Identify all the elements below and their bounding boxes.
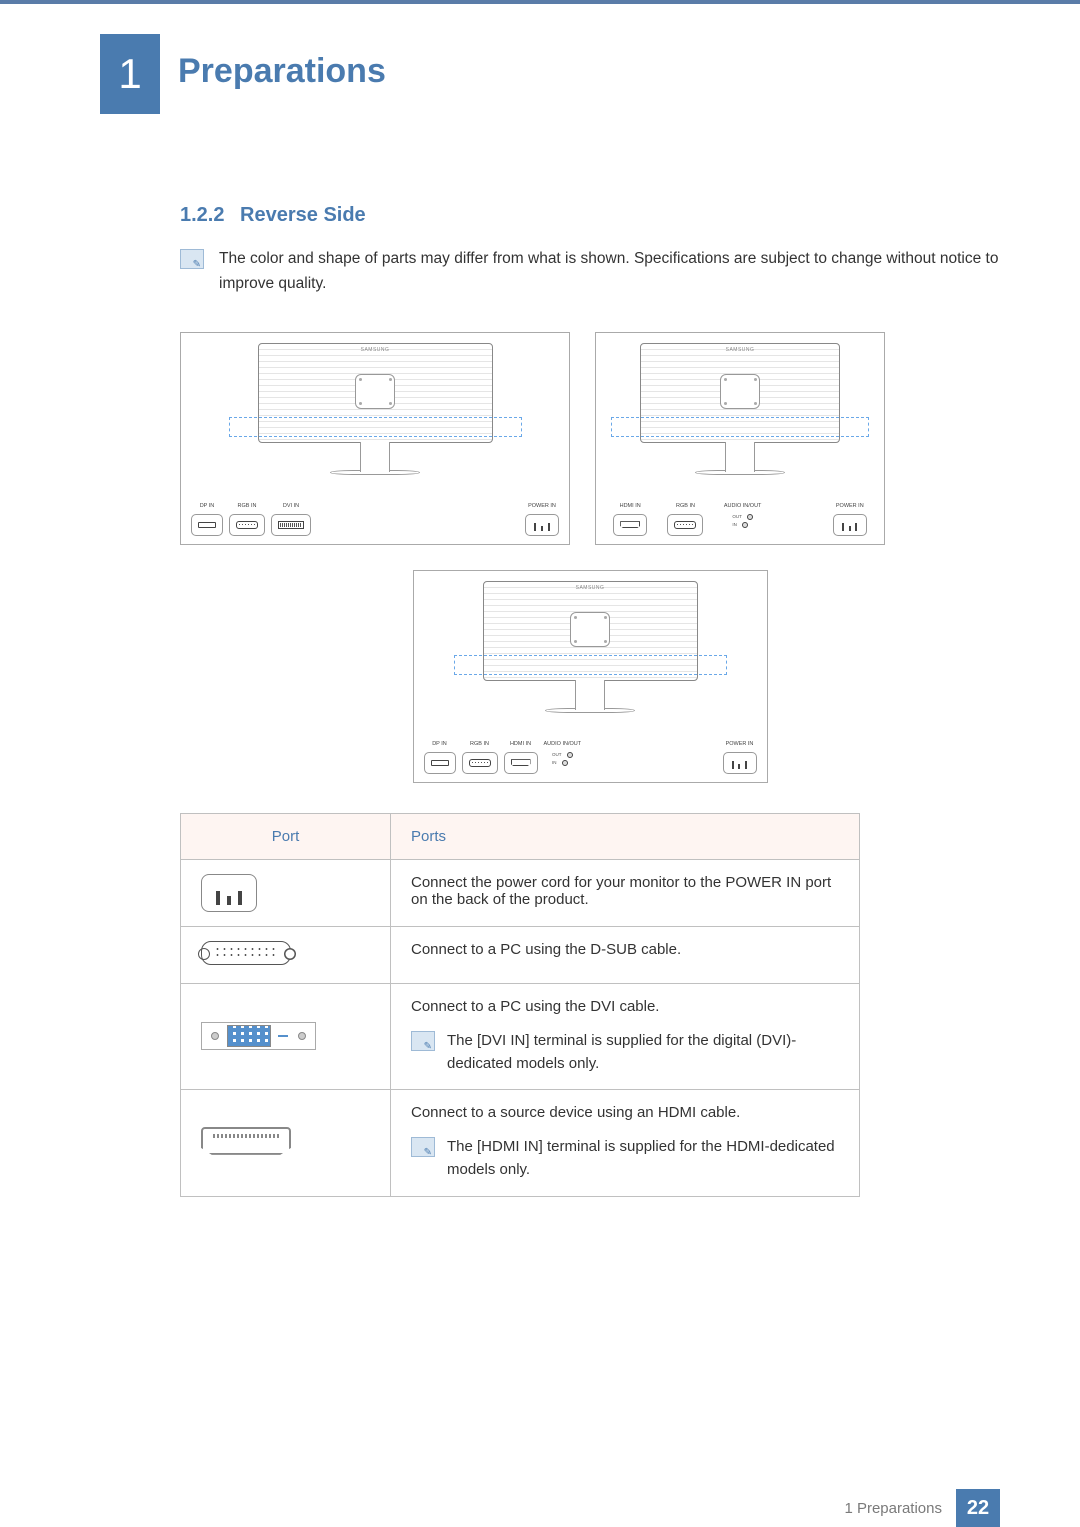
port-label-audio: AUDIO IN/OUT (544, 741, 582, 748)
diagram-panel-3: SAMSUNG DP IN RGB IN HDMI IN AUDIO IN/OU… (413, 570, 768, 783)
port-icon-vga (181, 926, 391, 983)
note-icon (411, 1031, 435, 1051)
port-icon-power (181, 859, 391, 926)
footer-page-number: 22 (956, 1489, 1000, 1527)
port-label-audio-out: OUT (552, 752, 562, 757)
port-desc: Connect the power cord for your monitor … (391, 859, 860, 926)
port-label-dp: DP IN (432, 741, 447, 748)
brand-label: SAMSUNG (361, 347, 390, 353)
port-desc: Connect to a source device using an HDMI… (411, 1104, 839, 1121)
port-icon-hdmi (181, 1090, 391, 1197)
chapter-title: Preparations (178, 34, 386, 91)
section-number: 1.2.2 (180, 204, 224, 226)
port-desc: Connect to a PC using the D-SUB cable. (391, 926, 860, 983)
port-note: The [HDMI IN] terminal is supplied for t… (447, 1135, 839, 1182)
port-label-audio-out: OUT (732, 514, 742, 519)
port-label-audio-in: IN (732, 522, 737, 527)
note-block: The color and shape of parts may differ … (180, 247, 1000, 297)
table-header-port: Port (181, 813, 391, 859)
port-label-rgb: RGB IN (676, 503, 695, 510)
table-row: Connect the power cord for your monitor … (181, 859, 860, 926)
section-title: Reverse Side (240, 204, 366, 226)
brand-label: SAMSUNG (726, 347, 755, 353)
section-heading: 1.2.2 Reverse Side (180, 204, 1000, 227)
port-label-power: POWER IN (726, 741, 754, 748)
port-label-hdmi: HDMI IN (510, 741, 531, 748)
table-row: Connect to a PC using the D-SUB cable. (181, 926, 860, 983)
footer-label: 1 Preparations (830, 1489, 956, 1527)
port-label-power: POWER IN (836, 503, 864, 510)
port-label-dvi: DVI IN (283, 503, 299, 510)
footer: 1 Preparations 22 (0, 1489, 1080, 1527)
port-note: The [DVI IN] terminal is supplied for th… (447, 1029, 839, 1076)
port-label-hdmi: HDMI IN (620, 503, 641, 510)
diagram-panel-2: SAMSUNG HDMI IN RGB IN AUDIO IN/OUT OUT (595, 332, 885, 545)
port-desc-cell: Connect to a source device using an HDMI… (391, 1090, 860, 1197)
note-icon (180, 249, 204, 269)
diagrams: SAMSUNG DP IN RGB IN DVI IN POWER (180, 332, 1000, 783)
note-icon (411, 1137, 435, 1157)
port-label-rgb: RGB IN (470, 741, 489, 748)
chapter-number-badge: 1 (100, 34, 160, 114)
port-label-audio: AUDIO IN/OUT (724, 503, 762, 510)
brand-label: SAMSUNG (576, 585, 605, 591)
port-label-power: POWER IN (528, 503, 556, 510)
chapter-header: 1 Preparations (100, 34, 1000, 114)
note-text: The color and shape of parts may differ … (219, 247, 1000, 297)
port-label-dp: DP IN (200, 503, 215, 510)
table-header-desc: Ports (391, 813, 860, 859)
diagram-panel-1: SAMSUNG DP IN RGB IN DVI IN POWER (180, 332, 570, 545)
table-row: Connect to a PC using the DVI cable. The… (181, 983, 860, 1090)
table-row: Connect to a source device using an HDMI… (181, 1090, 860, 1197)
ports-table: Port Ports Connect the power cord for yo… (180, 813, 860, 1197)
port-desc-cell: Connect to a PC using the DVI cable. The… (391, 983, 860, 1090)
port-desc: Connect to a PC using the DVI cable. (411, 998, 839, 1015)
port-icon-dvi (181, 983, 391, 1090)
port-label-rgb: RGB IN (238, 503, 257, 510)
port-label-audio-in: IN (552, 760, 557, 765)
